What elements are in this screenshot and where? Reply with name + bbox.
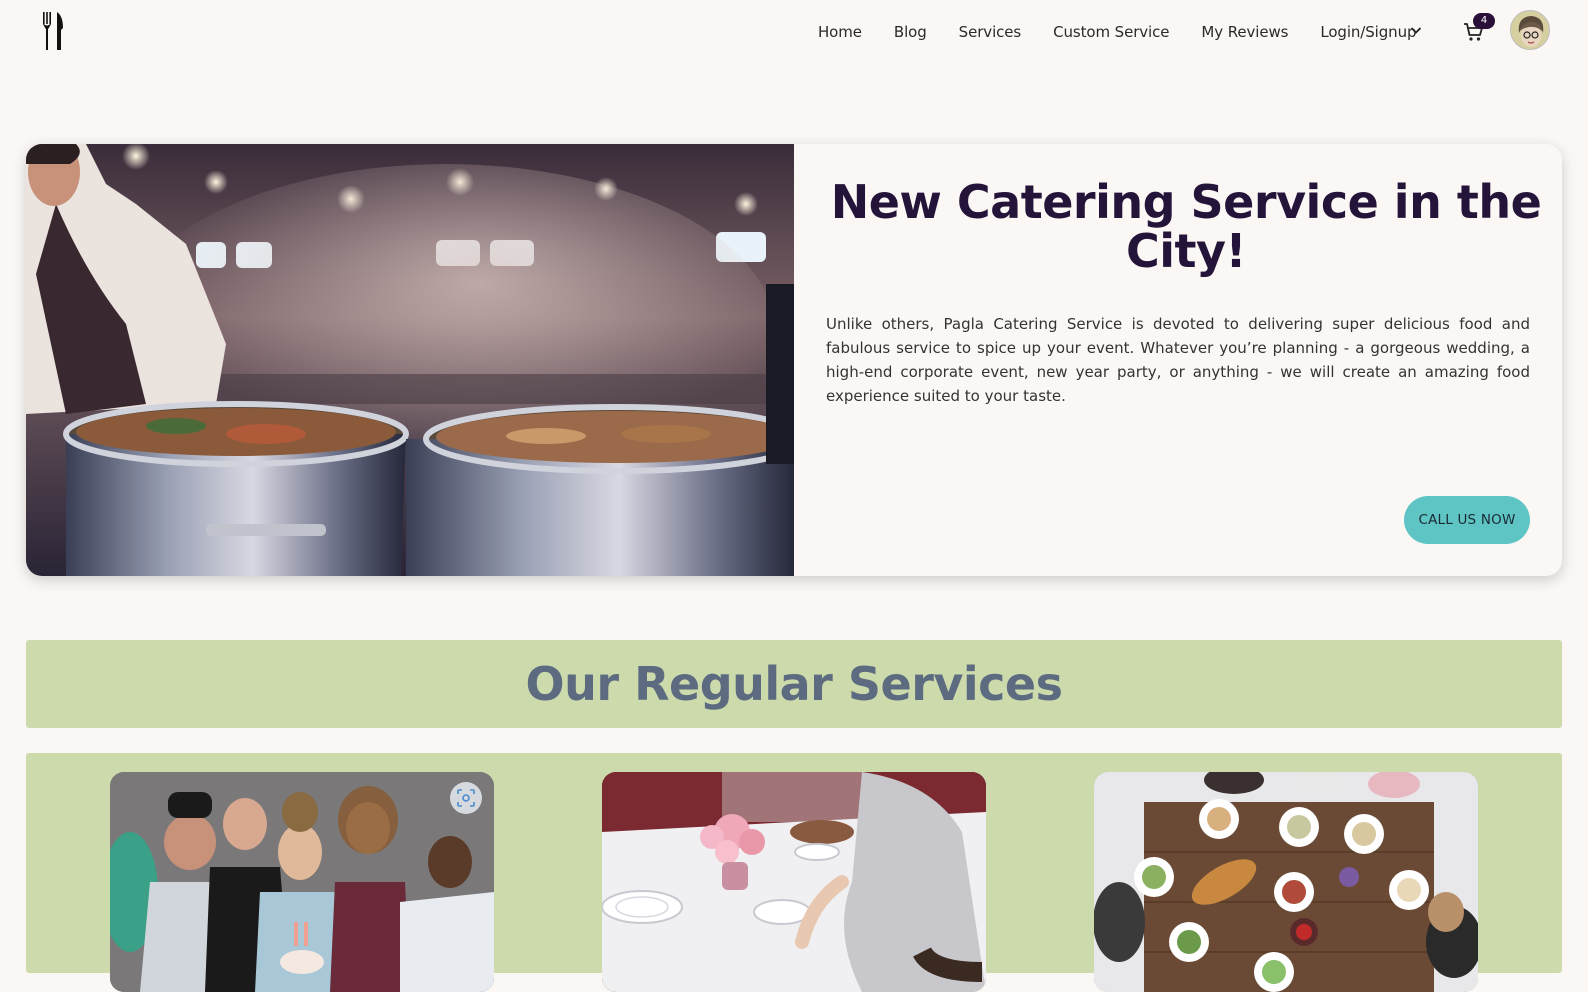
- fork-knife-icon[interactable]: [40, 10, 66, 52]
- avatar[interactable]: [1510, 10, 1550, 50]
- services-section-title: Our Regular Services: [525, 657, 1063, 711]
- hero-title: New Catering Service in the City!: [830, 175, 1542, 278]
- service-card-birthday[interactable]: [110, 772, 494, 992]
- nav-custom-service-link[interactable]: Custom Service: [1037, 23, 1185, 41]
- nav-my-reviews-link[interactable]: My Reviews: [1185, 23, 1304, 41]
- cart-count-badge: 4: [1473, 13, 1495, 29]
- hero-kitchen-image: [26, 144, 794, 576]
- services-banner: Our Regular Services: [26, 640, 1562, 728]
- service-card-group-dinner[interactable]: [1094, 772, 1478, 992]
- service-image-group-dinner: [1094, 772, 1478, 992]
- navbar: Home Blog Services Custom Service My Rev…: [0, 0, 1588, 64]
- service-image-table-setting: [602, 772, 986, 992]
- service-card-table-setting[interactable]: [602, 772, 986, 992]
- services-grid: [26, 753, 1562, 992]
- hero-card: New Catering Service in the City! Unlike…: [26, 144, 1562, 576]
- nav-links: Home Blog Services Custom Service My Rev…: [790, 0, 1432, 64]
- nav-home-link[interactable]: Home: [790, 23, 878, 41]
- lens-icon[interactable]: [450, 782, 482, 814]
- nav-services-link[interactable]: Services: [943, 23, 1037, 41]
- service-image-birthday: [110, 772, 494, 992]
- call-us-now-button[interactable]: CALL US NOW: [1404, 496, 1530, 544]
- nav-blog-link[interactable]: Blog: [878, 23, 943, 41]
- chevron-down-icon[interactable]: [1408, 22, 1424, 38]
- hero-description: Unlike others, Pagla Catering Service is…: [826, 315, 1530, 405]
